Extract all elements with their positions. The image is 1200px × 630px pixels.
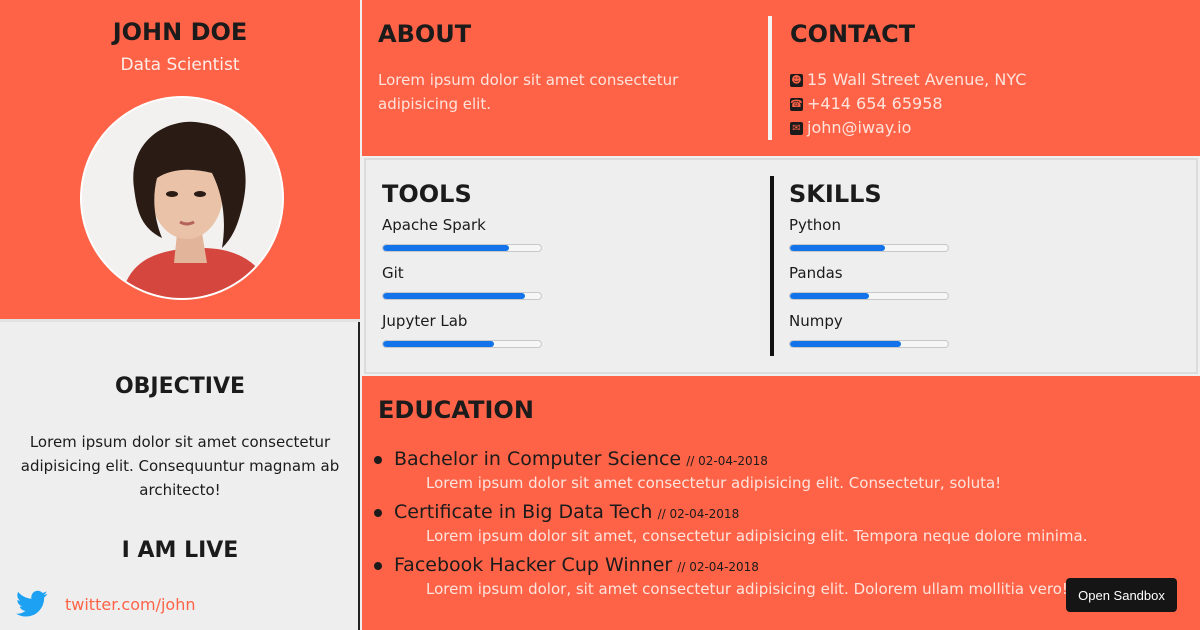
bullet-icon (374, 456, 382, 464)
tool-name: Git (382, 264, 404, 282)
bullet-icon (374, 509, 382, 517)
objective-title: OBJECTIVE (114, 374, 246, 399)
list-item: Certificate in Big Data Tech // 02-04-20… (374, 501, 1088, 546)
education-desc: Lorem ipsum dolor sit amet consectetur a… (426, 474, 1002, 492)
contact-email: ✉ john@iway.io (790, 116, 1026, 140)
avatar (80, 96, 284, 300)
skill-progress-fill (790, 293, 869, 299)
tool-progress-bar (382, 292, 542, 300)
contact-email-text: john@iway.io (807, 118, 912, 137)
skill-name: Python (789, 216, 841, 234)
tool-progress-bar (382, 244, 542, 252)
left-sidebar: JOHN DOE Data Scientist OBJECTIVE Lorem … (0, 0, 360, 630)
education-degree: Facebook Hacker Cup Winner (394, 554, 673, 576)
about-contact-section: ABOUT Lorem ipsum dolor sit amet consect… (362, 0, 1200, 156)
tool-progress-fill (383, 245, 510, 251)
contact-phone-text: +414 654 65958 (807, 94, 943, 113)
tool-name: Apache Spark (382, 216, 486, 234)
twitter-icon (16, 590, 48, 617)
avatar-photo (82, 98, 282, 298)
person-portrait-icon (82, 98, 282, 298)
phone-icon: ☎ (790, 97, 803, 111)
profile-name: JOHN DOE (112, 18, 248, 46)
education-date: // 02-04-2018 (657, 507, 740, 521)
list-item: Bachelor in Computer Science // 02-04-20… (374, 448, 1088, 493)
twitter-link[interactable]: twitter.com/john (65, 595, 195, 614)
profile-role: Data Scientist (120, 55, 240, 75)
education-title: EDUCATION (378, 396, 534, 424)
education-date: // 02-04-2018 (677, 560, 759, 574)
education-degree: Certificate in Big Data Tech (394, 501, 653, 523)
bullet-icon (374, 562, 382, 570)
education-degree: Bachelor in Computer Science (394, 448, 682, 470)
contact-address-text: 15 Wall Street Avenue, NYC (807, 70, 1027, 89)
contact-address: ☻ 15 Wall Street Avenue, NYC (790, 68, 1026, 92)
tools-skills-section: TOOLS Apache Spark Git Jupyter Lab SKILL… (364, 158, 1198, 374)
address-card-icon: ☻ (790, 73, 803, 87)
divider (768, 16, 772, 140)
contact-list: ☻ 15 Wall Street Avenue, NYC ☎ +414 654 … (790, 68, 1026, 140)
envelope-icon: ✉ (790, 121, 803, 135)
profile-header: JOHN DOE Data Scientist (0, 0, 360, 322)
tool-progress-fill (383, 341, 494, 347)
tool-progress-bar (382, 340, 542, 348)
skill-progress-fill (790, 341, 901, 347)
education-desc: Lorem ipsum dolor sit amet, consectetur … (426, 527, 1088, 545)
skill-progress-bar (789, 244, 949, 252)
contact-phone: ☎ +414 654 65958 (790, 92, 1026, 116)
skill-progress-bar (789, 340, 949, 348)
divider (770, 176, 774, 356)
about-title: ABOUT (378, 20, 472, 48)
skills-title: SKILLS (789, 180, 882, 208)
education-list: Bachelor in Computer Science // 02-04-20… (374, 448, 1088, 607)
objective-text: Lorem ipsum dolor sit amet consectetur a… (20, 433, 340, 499)
education-desc: Lorem ipsum dolor, sit amet consectetur … (426, 580, 1068, 598)
list-item: Facebook Hacker Cup Winner // 02-04-2018… (374, 554, 1088, 599)
tool-progress-fill (383, 293, 526, 299)
education-date: // 02-04-2018 (686, 454, 768, 468)
skill-name: Numpy (789, 312, 843, 330)
about-text: Lorem ipsum dolor sit amet consectetur a… (378, 71, 679, 113)
tools-title: TOOLS (382, 180, 472, 208)
live-title: I AM LIVE (121, 538, 239, 563)
skill-name: Pandas (789, 264, 843, 282)
skill-progress-bar (789, 292, 949, 300)
contact-title: CONTACT (790, 20, 916, 48)
tool-name: Jupyter Lab (382, 312, 468, 330)
skill-progress-fill (790, 245, 885, 251)
open-sandbox-button[interactable]: Open Sandbox (1066, 578, 1177, 612)
twitter-row: twitter.com/john (16, 590, 195, 618)
